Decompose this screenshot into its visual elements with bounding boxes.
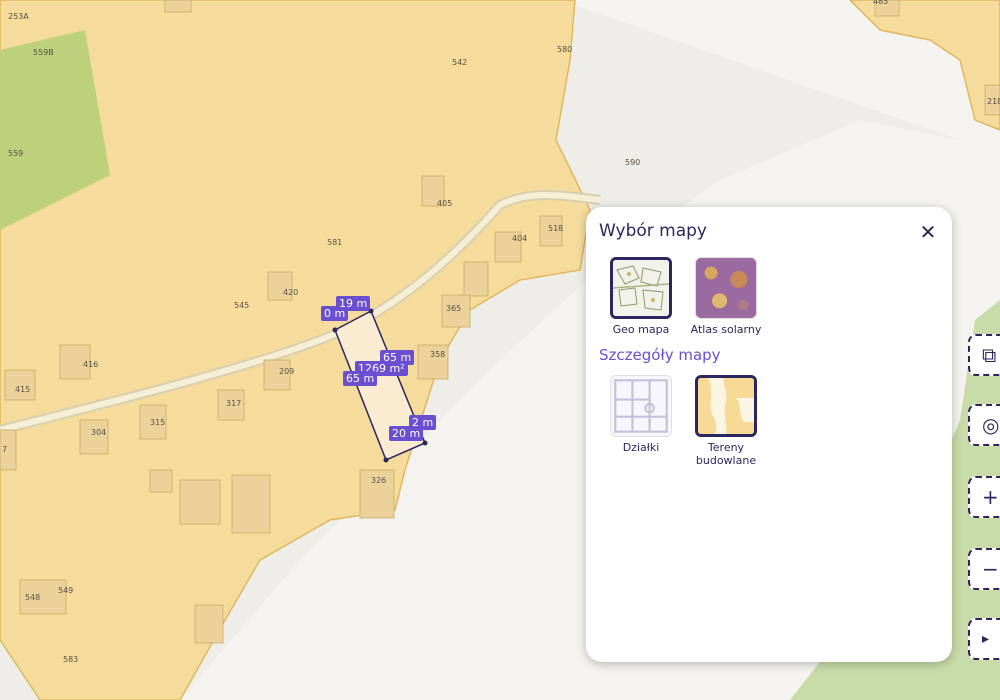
plot-number-label: 358	[430, 350, 445, 359]
plot-number-label: 545	[234, 301, 249, 310]
plus-icon: +	[982, 485, 999, 509]
plot-number-label: 415	[15, 385, 30, 394]
layers-button[interactable]: ⧉	[968, 334, 1000, 376]
zoom-out-button[interactable]: −	[968, 548, 1000, 590]
geo-map-thumb-icon	[613, 260, 669, 316]
plot-number-label: 549	[58, 586, 73, 595]
plot-number-label: 416	[83, 360, 98, 369]
measurement-label: 65 m	[343, 371, 378, 386]
plot-number-label: 580	[557, 45, 572, 54]
locate-button[interactable]: ◎	[968, 404, 1000, 446]
plot-number-label: 315	[150, 418, 165, 427]
plot-number-label: 590	[625, 158, 640, 167]
solar-atlas-thumb-icon	[696, 258, 756, 318]
play-icon: ▸	[982, 631, 990, 647]
parcels-thumbnail	[610, 375, 672, 437]
zoom-in-button[interactable]: +	[968, 476, 1000, 518]
plot-number-label: 559B	[33, 48, 54, 57]
measurement-label: 19 m	[336, 296, 371, 311]
map-details-title: Szczegóły mapy	[599, 346, 721, 364]
parcels-thumb-icon	[611, 376, 671, 436]
measurement-label: 20 m	[389, 426, 424, 441]
minus-icon: −	[982, 557, 999, 581]
plot-number-label: 420	[283, 288, 298, 297]
solar-atlas-thumbnail	[695, 257, 757, 319]
plot-number-label: 581	[327, 238, 342, 247]
map-selection-panel: Wybór mapy ✕ Geo mapa Atlas solarny Szcz…	[586, 207, 952, 662]
plot-number-label: 317	[226, 399, 241, 408]
plot-number-label: 583	[63, 655, 78, 664]
expand-button[interactable]: ▸	[968, 618, 1000, 660]
detail-option-building-land[interactable]: Tereny budowlane	[676, 375, 776, 467]
plot-number-label: 253A	[8, 12, 29, 21]
plot-number-label: 405	[437, 199, 452, 208]
plot-number-label: 485	[873, 0, 888, 6]
plot-number-label: 559	[8, 149, 23, 158]
building-land-thumb-icon	[698, 378, 754, 434]
map-option-solar-atlas[interactable]: Atlas solarny	[676, 257, 776, 336]
locate-icon: ◎	[982, 413, 1000, 437]
plot-number-label: 304	[91, 428, 106, 437]
solar-atlas-label: Atlas solarny	[690, 323, 762, 336]
layers-icon: ⧉	[982, 343, 997, 367]
plot-number-label: 326	[371, 476, 386, 485]
building-land-thumbnail	[695, 375, 757, 437]
geo-map-thumbnail	[610, 257, 672, 319]
plot-number-label: 209	[279, 367, 294, 376]
close-icon[interactable]: ✕	[917, 221, 939, 243]
plot-number-label: 365	[446, 304, 461, 313]
plot-number-label: 218	[987, 97, 1000, 106]
plot-number-label: 542	[452, 58, 467, 67]
plot-number-label: 548	[25, 593, 40, 602]
plot-number-label: 7	[2, 445, 7, 454]
panel-title: Wybór mapy	[599, 221, 707, 241]
plot-number-label: 404	[512, 234, 527, 243]
building-land-label: Tereny budowlane	[695, 441, 757, 467]
plot-number-label: 518	[548, 224, 563, 233]
